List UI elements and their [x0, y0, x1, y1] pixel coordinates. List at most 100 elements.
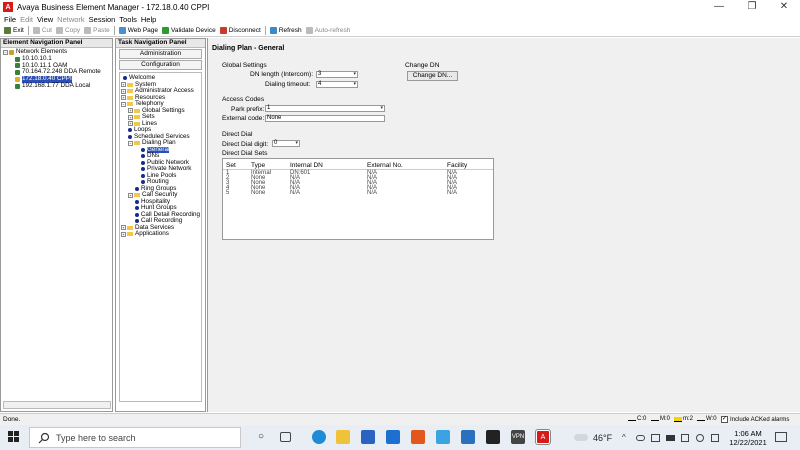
include-acked-checkbox[interactable]: ✓: [721, 416, 728, 423]
clock-date[interactable]: 12/22/2021: [726, 438, 770, 447]
element-label: 192.168.1.77 DDA Local: [22, 81, 91, 89]
disconnect-icon: [219, 27, 227, 34]
wifi-icon[interactable]: [681, 434, 689, 442]
bullet-icon: [128, 128, 132, 133]
cell-type: None: [251, 190, 266, 196]
collapse-icon[interactable]: −: [128, 140, 133, 146]
edge-browser-icon[interactable]: [312, 430, 326, 444]
collapse-icon[interactable]: −: [3, 49, 8, 55]
store-icon[interactable]: [361, 430, 375, 444]
column-header-facility[interactable]: Facility: [447, 162, 467, 169]
cortana-icon[interactable]: ○: [254, 430, 268, 444]
bullet-icon: [141, 173, 145, 178]
auto-refresh-icon: [305, 27, 313, 34]
volume-icon[interactable]: [696, 434, 704, 442]
menu-edit[interactable]: Edit: [20, 15, 33, 24]
auto-refresh-button[interactable]: Auto-refresh: [305, 27, 350, 34]
folder-icon: [127, 89, 133, 94]
task-view-icon[interactable]: [280, 432, 291, 442]
validate-device-button[interactable]: Validate Device: [162, 27, 216, 34]
horizontal-scrollbar[interactable]: [3, 401, 111, 409]
weather-temperature[interactable]: 46°F: [593, 433, 612, 443]
direct-dial-digit-select[interactable]: 0 ▾: [272, 140, 300, 147]
expand-icon[interactable]: +: [128, 192, 133, 198]
expand-icon[interactable]: +: [128, 114, 133, 120]
bullet-icon: [141, 180, 145, 185]
cut-label: Cut: [41, 27, 52, 34]
change-dn-button[interactable]: Change DN...: [407, 71, 458, 81]
expand-icon[interactable]: +: [121, 231, 126, 237]
cut-button[interactable]: Cut: [32, 27, 52, 34]
app-icon[interactable]: [436, 430, 450, 444]
tree-item-applications[interactable]: + Applications: [121, 230, 200, 238]
notifications-icon[interactable]: [775, 432, 787, 442]
copy-button[interactable]: Copy: [55, 27, 80, 34]
taskbar-search-box[interactable]: Type here to search: [29, 427, 241, 448]
dialing-timeout-select[interactable]: 4 ▾: [316, 81, 358, 88]
menu-tools[interactable]: Tools: [119, 15, 137, 24]
menu-session[interactable]: Session: [89, 15, 116, 24]
collapse-icon[interactable]: −: [121, 101, 126, 107]
column-header-internal-dn[interactable]: Internal DN: [290, 162, 323, 169]
column-header-type[interactable]: Type: [251, 162, 265, 169]
paste-button[interactable]: Paste: [84, 27, 110, 34]
external-code-field[interactable]: None: [265, 115, 385, 122]
menu-view[interactable]: View: [37, 15, 53, 24]
include-acked-option[interactable]: ✓ Include ACKed alarms: [721, 416, 789, 423]
table-row[interactable]: 5 None N/A N/A N/A: [223, 190, 493, 197]
dn-length-label: DN length (Intercom):: [250, 71, 314, 78]
menu-file[interactable]: File: [4, 15, 16, 24]
network-elements-root[interactable]: − Network Elements: [3, 48, 110, 56]
element-item[interactable]: 192.168.1.77 DDA Local: [3, 81, 110, 90]
cell-internal-dn: N/A: [290, 190, 301, 196]
menu-network[interactable]: Network: [57, 15, 85, 24]
column-header-external-no[interactable]: External No.: [367, 162, 403, 169]
start-button[interactable]: [8, 431, 20, 443]
menu-help[interactable]: Help: [141, 15, 156, 24]
network-app-icon[interactable]: [461, 430, 475, 444]
tab-configuration[interactable]: Configuration: [119, 60, 202, 70]
maximize-button[interactable]: ❐: [742, 1, 762, 12]
onedrive-icon[interactable]: [636, 435, 645, 441]
chevron-up-icon[interactable]: ^: [622, 433, 626, 442]
task-navigation-header: Task Navigation Panel: [116, 39, 205, 48]
mail-icon[interactable]: [386, 430, 400, 444]
menu-bar: File Edit View Network Session Tools Hel…: [0, 14, 800, 25]
validate-device-label: Validate Device: [171, 27, 216, 34]
expand-icon[interactable]: +: [121, 88, 126, 94]
alarm-count-label: M:0: [660, 416, 671, 422]
avaya-taskbar-icon[interactable]: A: [535, 429, 551, 445]
expand-icon[interactable]: +: [121, 225, 126, 231]
bullet-icon: [141, 147, 145, 152]
language-icon[interactable]: [711, 434, 719, 442]
column-header-set[interactable]: Set: [226, 162, 236, 169]
checkmark-icon: [162, 27, 170, 34]
disconnect-button[interactable]: Disconnect: [219, 27, 261, 34]
global-settings-heading: Global Settings: [222, 62, 267, 69]
clock-time[interactable]: 1:06 AM: [726, 429, 770, 438]
park-prefix-select[interactable]: 1 ▾: [265, 105, 385, 112]
refresh-label: Refresh: [278, 27, 302, 34]
terminal-icon[interactable]: [486, 430, 500, 444]
expand-icon[interactable]: +: [128, 121, 133, 127]
close-button[interactable]: ✕: [774, 1, 794, 12]
refresh-button[interactable]: Refresh: [269, 27, 302, 34]
status-text: Done.: [3, 416, 21, 423]
toolbar: Exit Cut Copy Paste Web Page Validate De…: [0, 25, 800, 37]
details-panel: Dialing Plan - General Global Settings D…: [207, 38, 800, 412]
exit-button[interactable]: Exit: [4, 27, 24, 34]
web-page-button[interactable]: Web Page: [118, 27, 158, 34]
minimize-button[interactable]: —: [709, 1, 729, 12]
network-tray-icon[interactable]: [651, 434, 660, 442]
expand-icon[interactable]: +: [121, 95, 126, 101]
vpn-icon[interactable]: VPN: [511, 430, 525, 444]
dn-length-select[interactable]: 3 ▾: [316, 71, 358, 78]
office-icon[interactable]: [411, 430, 425, 444]
expand-icon[interactable]: +: [121, 82, 126, 88]
expand-icon[interactable]: +: [128, 108, 133, 114]
element-icon: [15, 56, 20, 62]
battery-icon[interactable]: [666, 435, 675, 441]
cell-set: 5: [226, 190, 230, 196]
file-explorer-icon[interactable]: [336, 430, 350, 444]
tab-administration[interactable]: Administration: [119, 49, 202, 59]
